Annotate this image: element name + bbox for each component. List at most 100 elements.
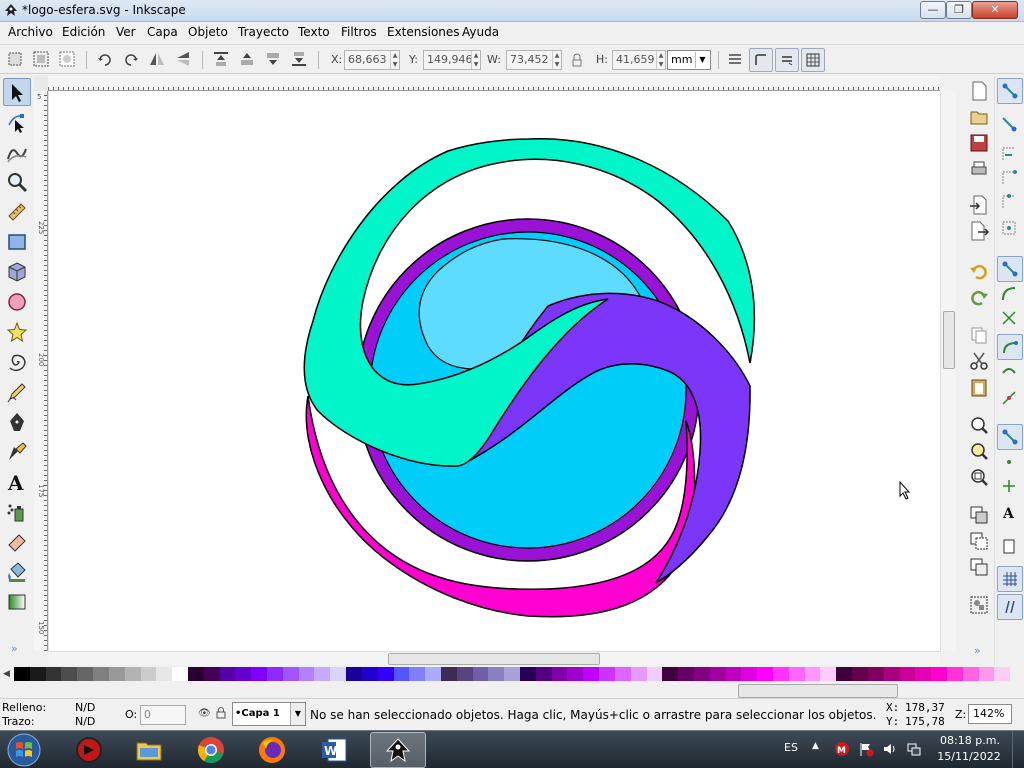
color-swatch[interactable] [757,667,773,681]
snap-guides-toggle[interactable] [997,594,1023,620]
x-field[interactable]: 68,663 ▲ ▼ [344,50,400,70]
color-swatch[interactable] [45,667,62,681]
print-icon[interactable] [968,158,990,180]
color-swatch[interactable] [693,667,710,681]
taskbar-word[interactable]: W [307,732,363,768]
new-document-icon[interactable] [968,80,990,102]
snap-bbox-midpoints-icon[interactable] [997,190,1023,216]
toolbox-overflow-icon[interactable]: » [11,642,18,655]
color-swatch[interactable] [440,667,457,681]
color-swatch[interactable] [725,667,742,681]
color-swatch[interactable] [535,667,552,681]
color-swatch[interactable] [29,667,46,681]
snap-text-baseline-icon[interactable]: A [997,500,1023,526]
tray-language[interactable]: ES [784,741,798,754]
show-desktop-button[interactable] [1012,731,1024,768]
color-swatch[interactable] [409,667,426,681]
color-swatch[interactable] [520,667,536,681]
flip-vertical-icon[interactable] [174,50,192,68]
cut-icon[interactable] [968,350,990,372]
color-swatch[interactable] [93,667,109,681]
color-swatch[interactable] [140,667,157,681]
color-swatch[interactable] [108,667,125,681]
tray-volume-icon[interactable] [882,741,898,757]
tray-antivirus-icon[interactable]: M [834,741,850,757]
star-tool[interactable] [3,318,31,346]
menu-capa[interactable]: Capa [147,25,178,39]
color-swatch[interactable] [172,667,188,681]
color-swatch[interactable] [425,667,441,681]
gradient-tool[interactable] [3,588,31,616]
tray-expand-icon[interactable]: ▲ [812,741,828,757]
pen-tool[interactable] [3,408,31,436]
redo-icon[interactable] [968,286,990,308]
select-all-layers-icon[interactable] [32,50,50,68]
y-field[interactable]: 149,946 ▲ ▼ [423,50,481,70]
menu-edicion[interactable]: Edición [62,25,105,39]
color-swatch[interactable] [504,667,520,681]
menu-ayuda[interactable]: Ayuda [462,25,499,39]
color-swatch[interactable] [456,667,473,681]
horizontal-scrollbar[interactable] [48,651,940,665]
fill-value[interactable]: N/D [75,701,95,714]
close-button[interactable]: ✕ [972,1,1018,19]
paint-bucket-tool[interactable] [3,558,31,586]
raise-to-top-icon[interactable] [212,50,230,68]
eye-icon[interactable]: 👁 [198,708,211,719]
ellipse-tool[interactable] [3,288,31,316]
horizontal-ruler[interactable] [48,76,940,91]
calligraphy-tool[interactable] [3,438,31,466]
palette-swatches[interactable] [14,667,1011,681]
color-swatch[interactable] [804,667,821,681]
save-icon[interactable] [968,132,990,154]
taskbar-media-app[interactable] [62,732,118,768]
selector-tool[interactable] [3,78,31,106]
color-swatch[interactable] [994,667,1011,681]
copy-icon[interactable] [968,324,990,346]
snap-bbox-edges-icon[interactable] [997,142,1023,168]
start-button[interactable] [6,732,46,768]
palette-scrollbar[interactable] [738,684,898,698]
scale-corners-toggle[interactable] [749,48,773,72]
drawing-canvas[interactable] [48,91,940,651]
taskbar-file-explorer[interactable] [122,732,178,768]
color-swatch[interactable] [915,667,932,681]
color-swatch[interactable] [298,667,315,681]
color-swatch[interactable] [219,667,236,681]
unlink-clone-icon[interactable] [968,556,990,578]
color-swatch[interactable] [931,667,947,681]
color-swatch[interactable] [583,667,600,681]
sphere-logo-drawing[interactable] [48,91,940,651]
color-swatch[interactable] [472,667,489,681]
color-swatch[interactable] [962,667,979,681]
color-swatch[interactable] [488,667,505,681]
color-swatch[interactable] [614,667,631,681]
layer-select[interactable]: •Capa 1 ▼ [232,702,306,726]
group-icon[interactable] [968,594,990,616]
vertical-ruler[interactable]: 5 225 200 175 150 [34,91,48,651]
menu-texto[interactable]: Texto [298,25,330,39]
export-icon[interactable] [968,220,990,242]
color-swatch[interactable] [567,667,584,681]
color-swatch[interactable] [773,667,789,681]
eraser-tool[interactable] [3,528,31,556]
color-swatch[interactable] [741,667,758,681]
transform-gradients-toggle[interactable] [775,48,799,72]
maximize-button[interactable]: ❐ [946,1,972,19]
minimize-button[interactable]: — [920,1,946,19]
spiral-tool[interactable] [3,348,31,376]
snap-paths-icon[interactable] [997,282,1023,308]
commands-overflow-icon[interactable]: » [974,644,981,657]
color-swatch[interactable] [282,667,299,681]
color-swatch[interactable] [314,667,331,681]
menu-trayecto[interactable]: Trayecto [238,25,289,39]
color-swatch[interactable] [709,667,726,681]
pencil-tool[interactable] [3,378,31,406]
rotate-cw-icon[interactable] [122,50,140,68]
clone-icon[interactable] [968,530,990,552]
color-swatch[interactable] [630,667,647,681]
color-swatch[interactable] [646,667,663,681]
tray-flag-icon[interactable] [858,741,874,757]
rectangle-tool[interactable] [3,228,31,256]
snap-bbox-centers-icon[interactable] [997,216,1023,242]
